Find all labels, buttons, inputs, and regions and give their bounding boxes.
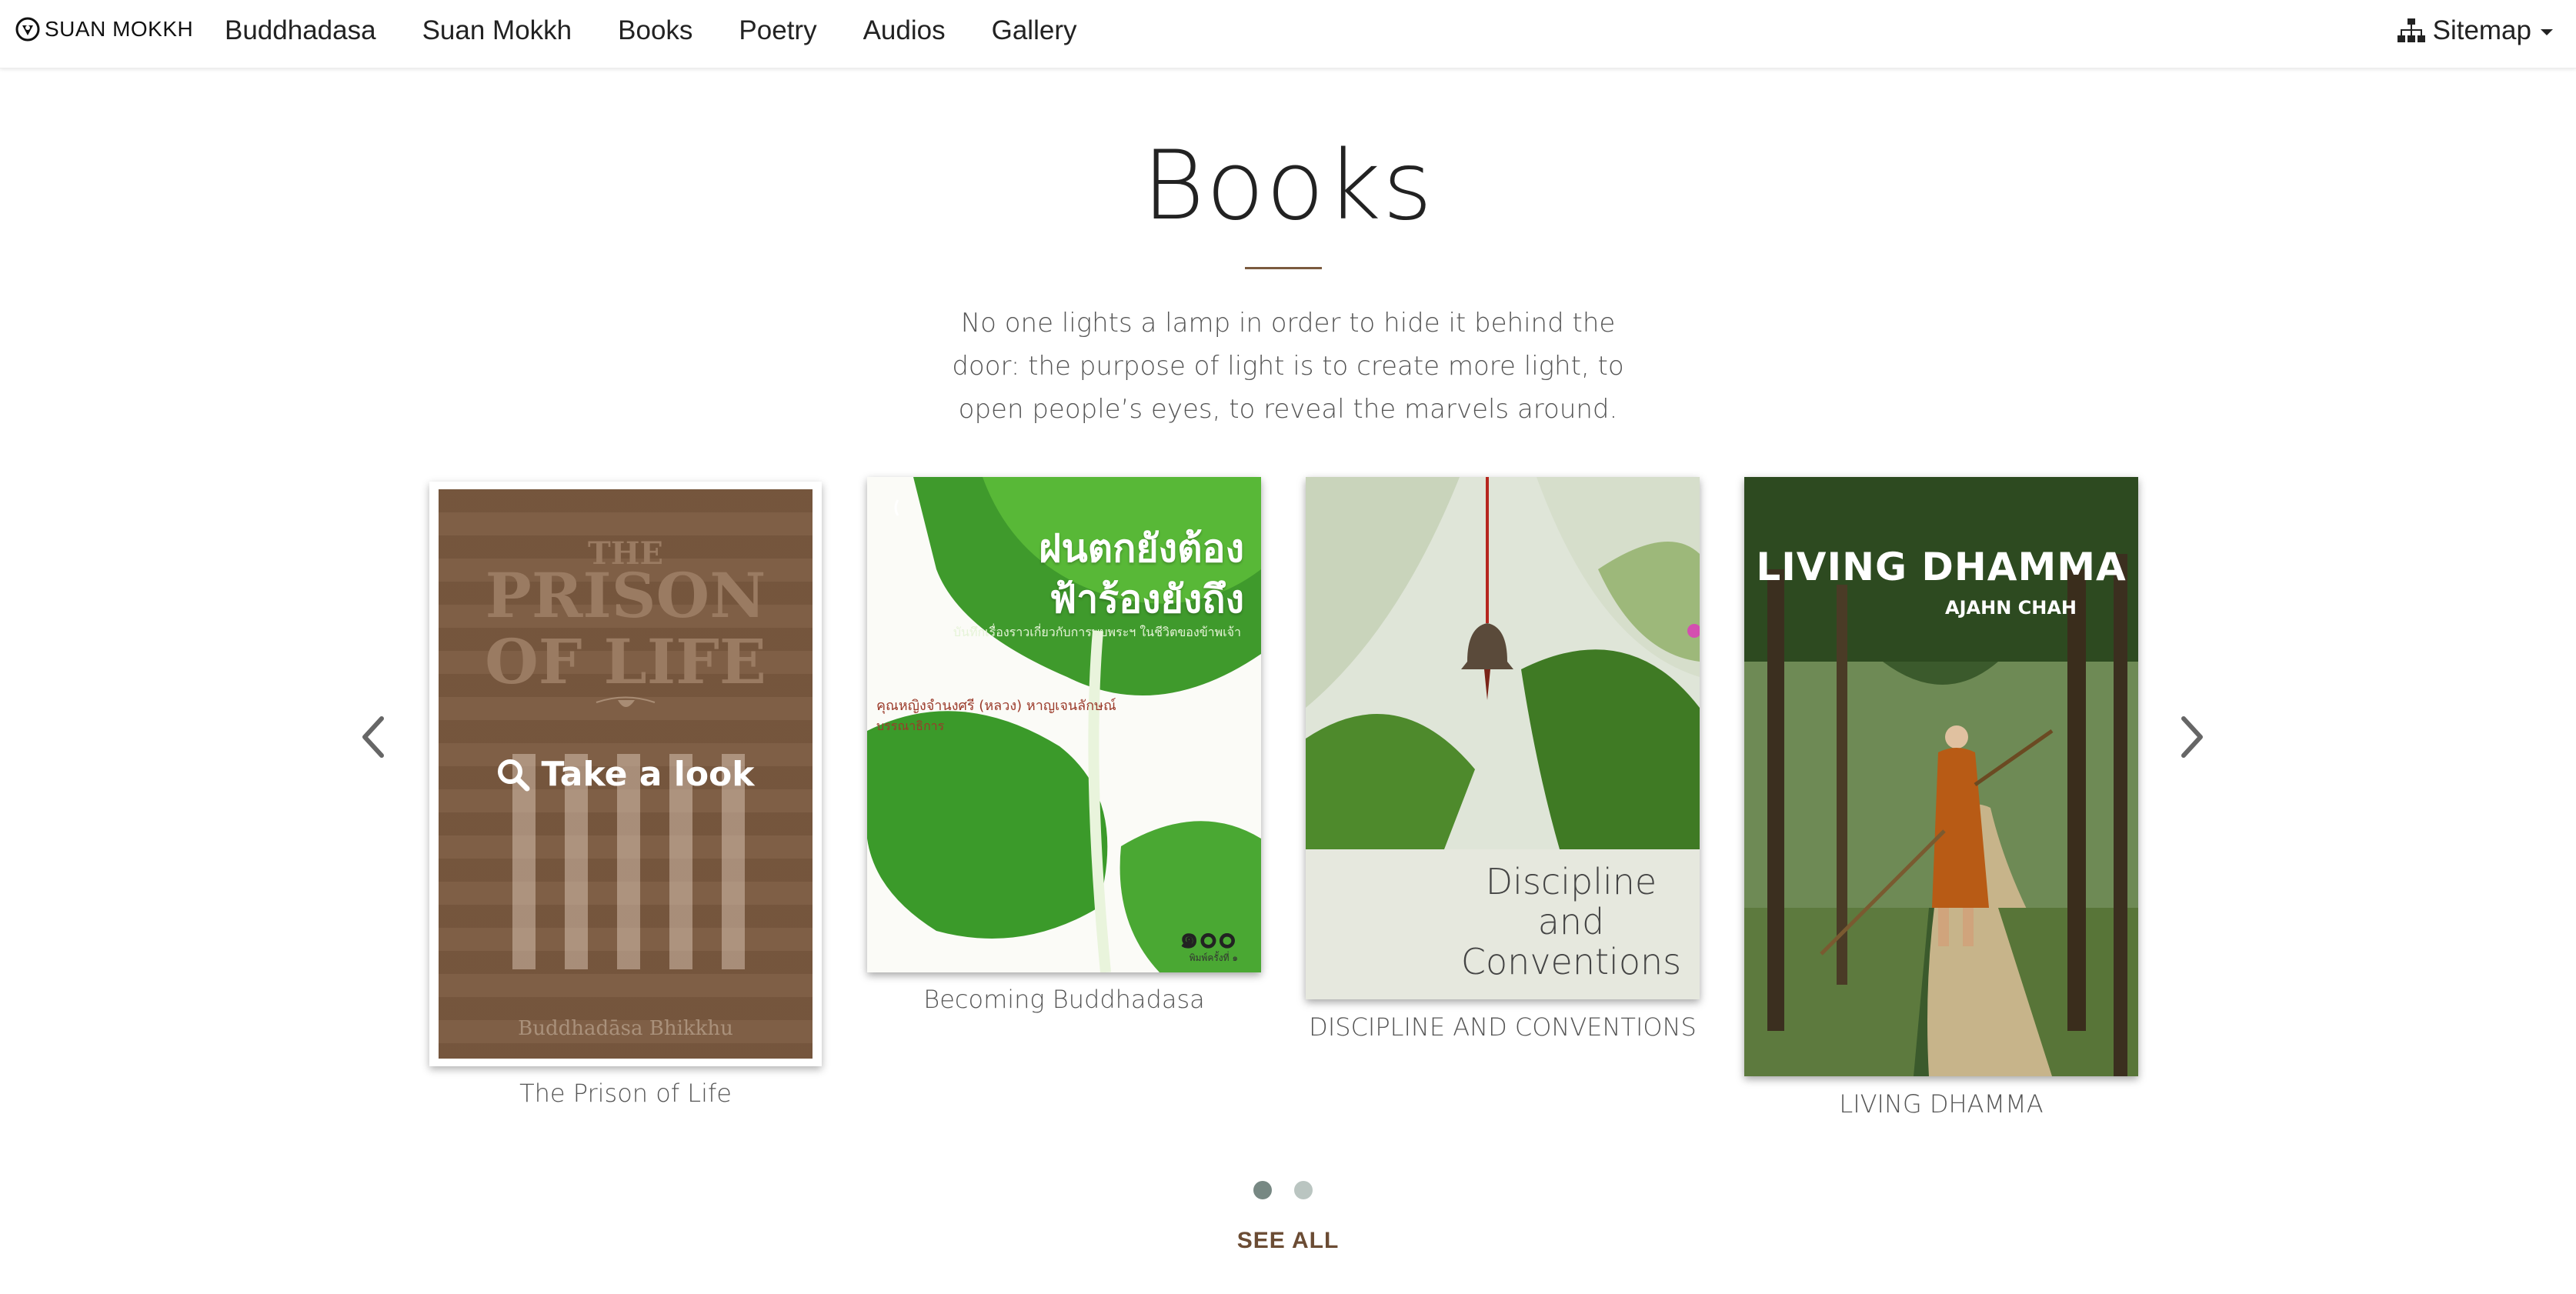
book-cover[interactable]: LIVING DHAMMA AJAHN CHAH [1744,477,2138,1076]
section-quote: No one lights a lamp in order to hide it… [952,308,1624,425]
take-a-look-button[interactable]: Take a look [439,755,813,794]
title-divider [1245,267,1322,269]
cover-publisher: พิมพ์ครั้งที่ ๑ [1189,952,1238,963]
leaf-ornament-icon [596,696,656,707]
book-caption[interactable]: LIVING DHAMMA [1741,1089,2141,1119]
cover-byline: คุณหญิงจำนงศรี (หลวง) หาญเจนลักษณ์ [876,698,1116,714]
cover-subtitle: บันทึกเรื่องราวเกี่ยวกับการพบพระฯ ในชีวิ… [953,625,1241,639]
nav-link-gallery[interactable]: Gallery [992,14,1077,48]
book-caption[interactable]: Becoming Buddhadasa [864,985,1264,1014]
cover-title-line2: ฟ้าร้องยังถึง [1049,577,1244,622]
book-cover[interactable]: ฝนตกยังต้อง ฟ้าร้องยังถึง บันทึกเรื่องรา… [867,477,1261,972]
nav-link-books[interactable]: Books [618,14,692,48]
carousel-prev-chevron-left-icon[interactable] [359,714,389,760]
carousel-next-chevron-right-icon[interactable] [2176,714,2207,760]
brand-text: SUAN MOKKH [45,17,194,41]
cover-title-big: PRISON OF LIFE [485,559,766,698]
carousel-dot-2[interactable] [1294,1181,1313,1199]
book-cover[interactable]: THE PRISON OF LIFE Buddhadāsa Bhikkhu Ta… [429,482,822,1066]
sitemap-icon [2397,18,2425,42]
book-caption[interactable]: The Prison of Life [425,1079,826,1108]
top-navbar: SUAN MOKKH Buddhadasa Suan Mokkh Books P… [0,0,2576,68]
take-a-look-label: Take a look [541,755,755,794]
dhamma-wheel-icon [15,17,40,42]
see-all-link[interactable]: SEE ALL [0,1228,2576,1254]
sitemap-label: Sitemap [2432,15,2531,45]
nav-link-audios[interactable]: Audios [863,14,946,48]
cover-author: AJAHN CHAH [1945,597,2077,619]
sitemap-dropdown[interactable]: Sitemap [2397,14,2553,48]
nav-link-poetry[interactable]: Poetry [739,14,816,48]
book-cover[interactable]: Discipline and Conventions [1306,477,1700,999]
cover-title: Discipline and Conventions [1460,861,1682,982]
main-nav: Buddhadasa Suan Mokkh Books Poetry Audio… [225,14,1123,48]
book-caption[interactable]: DISCIPLINE AND CONVENTIONS [1303,1012,1703,1042]
nav-link-buddhadasa[interactable]: Buddhadasa [225,14,376,48]
cover-title: LIVING DHAMMA [1756,545,2127,589]
carousel-dot-1[interactable] [1253,1181,1272,1199]
cover-byline-2: บรรณาธิการ [876,719,945,733]
book-cover-art: THE PRISON OF LIFE Buddhadāsa Bhikkhu Ta… [439,489,813,1059]
nav-link-suan-mokkh[interactable]: Suan Mokkh [422,14,572,48]
section-title: Books [1142,131,1434,242]
cover-author: Buddhadāsa Bhikkhu [518,1017,733,1040]
brand-logo-link[interactable]: SUAN MOKKH [15,17,193,42]
caret-down-icon [2541,29,2553,35]
search-icon [498,759,530,791]
